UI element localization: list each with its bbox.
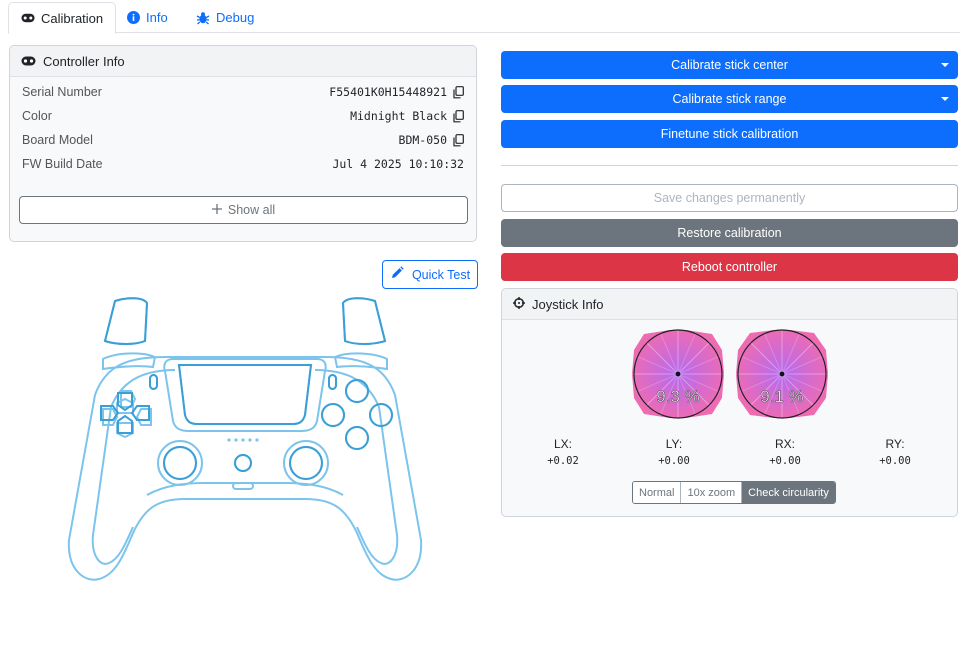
reboot-label: Reboot controller bbox=[681, 260, 778, 274]
crosshair-icon bbox=[513, 296, 525, 312]
color-label: Color bbox=[22, 109, 52, 123]
left-circularity-value: 9.3 % bbox=[656, 387, 699, 406]
info-row-fw-date: FW Build Date Jul 4 2025 10:10:32 bbox=[22, 154, 464, 174]
calibrate-center-label: Calibrate stick center bbox=[671, 58, 788, 72]
board-value: BDM-050 bbox=[398, 133, 447, 147]
axis-value-ry: +0.00 bbox=[879, 455, 911, 467]
serial-value: F55401K0H15448921 bbox=[329, 85, 447, 99]
show-all-label: Show all bbox=[227, 203, 276, 217]
calibrate-center-button[interactable]: Calibrate stick center bbox=[501, 51, 958, 79]
serial-label: Serial Number bbox=[22, 85, 102, 99]
quick-test-button[interactable]: Quick Test bbox=[382, 260, 478, 289]
tab-calibration[interactable]: Calibration bbox=[8, 2, 117, 34]
bug-icon bbox=[196, 11, 210, 25]
controller-diagram bbox=[67, 297, 423, 581]
axis-label-lx: LX: bbox=[553, 437, 572, 451]
save-label: Save changes permanently bbox=[653, 191, 806, 205]
joystick-info-header: Joystick Info bbox=[502, 289, 957, 320]
gamepad-icon bbox=[21, 11, 35, 25]
axis-value-lx: +0.02 bbox=[547, 455, 579, 467]
right-stick-circularity: 9.1 % bbox=[736, 329, 828, 419]
finetune-button[interactable]: Finetune stick calibration bbox=[501, 120, 958, 148]
restore-calibration-button[interactable]: Restore calibration bbox=[501, 219, 958, 247]
tab-info[interactable]: Info bbox=[114, 2, 180, 33]
copy-icon[interactable] bbox=[453, 85, 464, 99]
info-row-color: Color Midnight Black bbox=[22, 106, 464, 126]
calibrate-range-label: Calibrate stick range bbox=[672, 92, 787, 106]
copy-icon[interactable] bbox=[453, 109, 464, 123]
joystick-info-title: Joystick Info bbox=[532, 296, 604, 312]
axis-value-rx: +0.00 bbox=[769, 455, 801, 467]
tab-bar: Calibration Info Debug bbox=[8, 2, 960, 34]
fw-date-value: Jul 4 2025 10:10:32 bbox=[332, 157, 464, 171]
fw-date-label: FW Build Date bbox=[22, 157, 103, 171]
finetune-label: Finetune stick calibration bbox=[660, 127, 799, 141]
left-stick-circularity: 9.3 % bbox=[632, 329, 724, 419]
axis-label-rx: RX: bbox=[774, 437, 795, 451]
copy-icon[interactable] bbox=[453, 133, 464, 147]
reboot-controller-button[interactable]: Reboot controller bbox=[501, 253, 958, 281]
mode-zoom-button[interactable]: 10x zoom bbox=[681, 482, 743, 503]
axis-value-ly: +0.00 bbox=[658, 455, 690, 467]
calibrate-range-button[interactable]: Calibrate stick range bbox=[501, 85, 958, 113]
show-all-button[interactable]: Show all bbox=[19, 196, 468, 224]
axis-label-ry: RY: bbox=[885, 437, 905, 451]
restore-label: Restore calibration bbox=[677, 226, 782, 240]
color-value: Midnight Black bbox=[350, 109, 447, 123]
caret-down-icon bbox=[941, 63, 949, 67]
controller-info-title: Controller Info bbox=[43, 53, 125, 69]
tab-debug[interactable]: Debug bbox=[184, 2, 266, 33]
tab-debug-label: Debug bbox=[216, 10, 255, 25]
pencil-icon bbox=[390, 266, 404, 283]
axis-label-ly: LY: bbox=[665, 437, 683, 451]
board-label: Board Model bbox=[22, 133, 93, 147]
quick-test-label: Quick Test bbox=[411, 267, 471, 282]
divider bbox=[501, 165, 958, 166]
controller-info-card: Controller Info Serial Number F55401K0H1… bbox=[9, 45, 477, 242]
info-row-serial: Serial Number F55401K0H15448921 bbox=[22, 82, 464, 102]
controller-info-header: Controller Info bbox=[10, 46, 476, 77]
save-permanently-button[interactable]: Save changes permanently bbox=[501, 184, 958, 212]
mode-circularity-button[interactable]: Check circularity bbox=[742, 482, 835, 503]
mode-normal-button[interactable]: Normal bbox=[633, 482, 682, 503]
tab-calibration-label: Calibration bbox=[41, 10, 104, 26]
tab-info-label: Info bbox=[146, 10, 168, 25]
caret-down-icon bbox=[941, 97, 949, 101]
view-mode-group: Normal 10x zoom Check circularity bbox=[632, 481, 836, 504]
plus-icon bbox=[211, 203, 222, 217]
gamepad-icon bbox=[21, 54, 36, 69]
right-circularity-value: 9.1 % bbox=[760, 387, 803, 406]
info-row-board: Board Model BDM-050 bbox=[22, 130, 464, 150]
info-icon bbox=[126, 11, 140, 25]
